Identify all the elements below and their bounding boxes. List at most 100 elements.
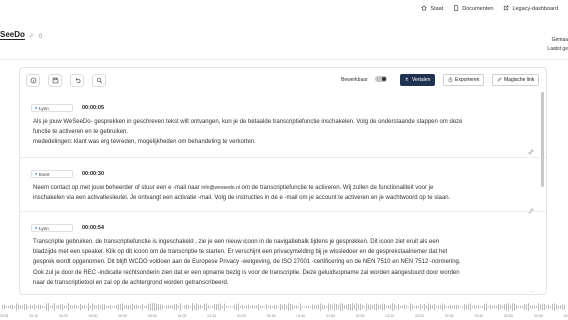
waveform-bar	[274, 304, 275, 310]
waveform-bar	[58, 305, 59, 309]
search-button[interactable]	[92, 74, 106, 87]
waveform-bar	[248, 304, 249, 310]
waveform-bar	[434, 303, 435, 311]
segment-line: Transcriptie gebruiken. de transcriptief…	[33, 239, 440, 245]
waveform-bar	[162, 304, 163, 310]
waveform-bar	[478, 305, 479, 309]
export-button[interactable]: Exporteren	[443, 74, 485, 86]
meta-line-2: Laatst ge	[547, 46, 568, 52]
segment-timestamp[interactable]: 00:00:30	[82, 170, 104, 178]
waveform-bar	[166, 305, 167, 309]
waveform-bar	[278, 306, 279, 308]
waveform-bar	[22, 305, 23, 309]
waveform-bar	[258, 303, 259, 311]
segment-line: gesprek wordt opgenomen. Dit blijft WCDO…	[33, 259, 461, 266]
segment-divider	[20, 211, 546, 212]
segment-text-part: Neem contact op met jouw beheerder of st…	[33, 185, 202, 191]
save-button[interactable]	[48, 74, 62, 87]
waveform-bar	[506, 303, 507, 311]
waveform-bar	[96, 305, 97, 309]
waveform-bar	[384, 303, 385, 311]
waveform-bar	[302, 306, 303, 308]
waveform-bar	[364, 306, 365, 308]
waveform-bar	[276, 305, 277, 309]
waveform-bar	[372, 305, 373, 309]
waveform-bar	[404, 304, 405, 310]
undo-button[interactable]	[70, 74, 84, 87]
waveform-bar	[196, 303, 197, 311]
waveform-bar	[54, 303, 55, 311]
waveform-bar	[552, 304, 553, 310]
waveform-bar	[148, 303, 149, 311]
segment-text-part: om de transcriptiefunctie te activeren. …	[239, 185, 434, 191]
waveform-bar	[522, 306, 523, 308]
waveform-bar	[442, 303, 443, 311]
speaker-select[interactable]: Evert	[31, 170, 73, 178]
segment-line: Ook zul je door de REC -indicatie rechts…	[33, 269, 460, 276]
waveform-bar	[32, 305, 33, 309]
waveform-tick-label: 02:40	[475, 314, 484, 318]
waveform-bar	[400, 305, 401, 309]
transcript-scrollbar[interactable]	[541, 92, 544, 286]
waveform-bar	[318, 304, 319, 310]
waveform-bar	[526, 304, 527, 310]
waveform-bar	[42, 305, 43, 309]
waveform-bar	[136, 304, 137, 310]
trash-icon[interactable]	[38, 31, 43, 40]
page-title: SeeDo	[0, 30, 43, 40]
waveform-bar	[66, 305, 67, 309]
waveform-bar	[84, 305, 85, 309]
waveform-bar	[212, 305, 213, 309]
waveform-bar	[164, 306, 165, 308]
info-button[interactable]	[26, 74, 40, 87]
waveform-bar	[516, 305, 517, 309]
waveform-bar	[366, 303, 367, 311]
editable-label: Bewerkbaar	[341, 77, 368, 83]
scrollbar-thumb[interactable]	[541, 92, 544, 187]
waveform-bar	[170, 305, 171, 309]
translate-button[interactable]: Vertalen	[400, 74, 436, 86]
waveform-bar	[48, 303, 49, 311]
waveform-bar	[534, 305, 535, 309]
waveform-bar	[206, 303, 207, 311]
waveform-bar	[416, 305, 417, 309]
waveform-bar	[216, 304, 217, 310]
app-title-text: SeeDo	[0, 30, 25, 40]
waveform-bar	[174, 304, 175, 310]
waveform-bar	[330, 304, 331, 310]
segment-line: bladzijde met een speaker. Klik op dit i…	[33, 249, 448, 256]
nav-item-documenten[interactable]: Documenten	[453, 5, 493, 13]
waveform-bar	[418, 305, 419, 309]
waveform-tick-label: 02:00	[356, 314, 365, 318]
waveform-bar	[538, 303, 539, 311]
waveform-bar	[546, 305, 547, 309]
segment-text[interactable]: Als je jouw WeSeeDo- gesprekken in gesch…	[33, 117, 523, 148]
nav-item-staat[interactable]: Staat	[421, 5, 443, 13]
editable-toggle[interactable]	[375, 76, 387, 82]
waveform-tick-label: 02:30	[445, 314, 454, 318]
segment-link-icon[interactable]	[528, 201, 534, 214]
segment-text[interactable]: Neem contact op met jouw beheerder of st…	[33, 183, 523, 203]
waveform-bar	[30, 304, 31, 310]
segment-link-icon[interactable]	[528, 142, 534, 155]
waveform-bar	[454, 305, 455, 309]
segment-timestamp[interactable]: 00:00:54	[82, 224, 104, 232]
waveform-graphic[interactable]: 00:05 00:10 00:20 00:30 00:40 00:50 01:00 01:10…	[0, 300, 568, 320]
waveform-bar	[292, 304, 293, 310]
waveform-bar	[508, 303, 509, 311]
waveform-bar	[264, 306, 265, 308]
waveform-bar	[108, 305, 109, 309]
speaker-select[interactable]: Lynn	[31, 104, 73, 112]
audio-waveform[interactable]: 00:05 00:10 00:20 00:30 00:40 00:50 01:00 01:10…	[0, 300, 568, 320]
waveform-bar	[312, 304, 313, 310]
waveform-bar	[68, 303, 69, 311]
speaker-select[interactable]: Lynn	[31, 224, 73, 232]
waveform-bar	[152, 303, 153, 311]
edit-icon[interactable]	[29, 31, 34, 40]
waveform-tick-label: 02:10	[386, 314, 395, 318]
magic-link-button[interactable]: Magische link	[492, 74, 540, 86]
segment-timestamp[interactable]: 00:00:05	[82, 104, 104, 112]
nav-item-legacy-dashboard[interactable]: Legacy-dashboard	[503, 5, 558, 13]
segment-text[interactable]: Transcriptie gebruiken. de transcriptief…	[33, 237, 523, 288]
waveform-bar	[114, 306, 115, 308]
